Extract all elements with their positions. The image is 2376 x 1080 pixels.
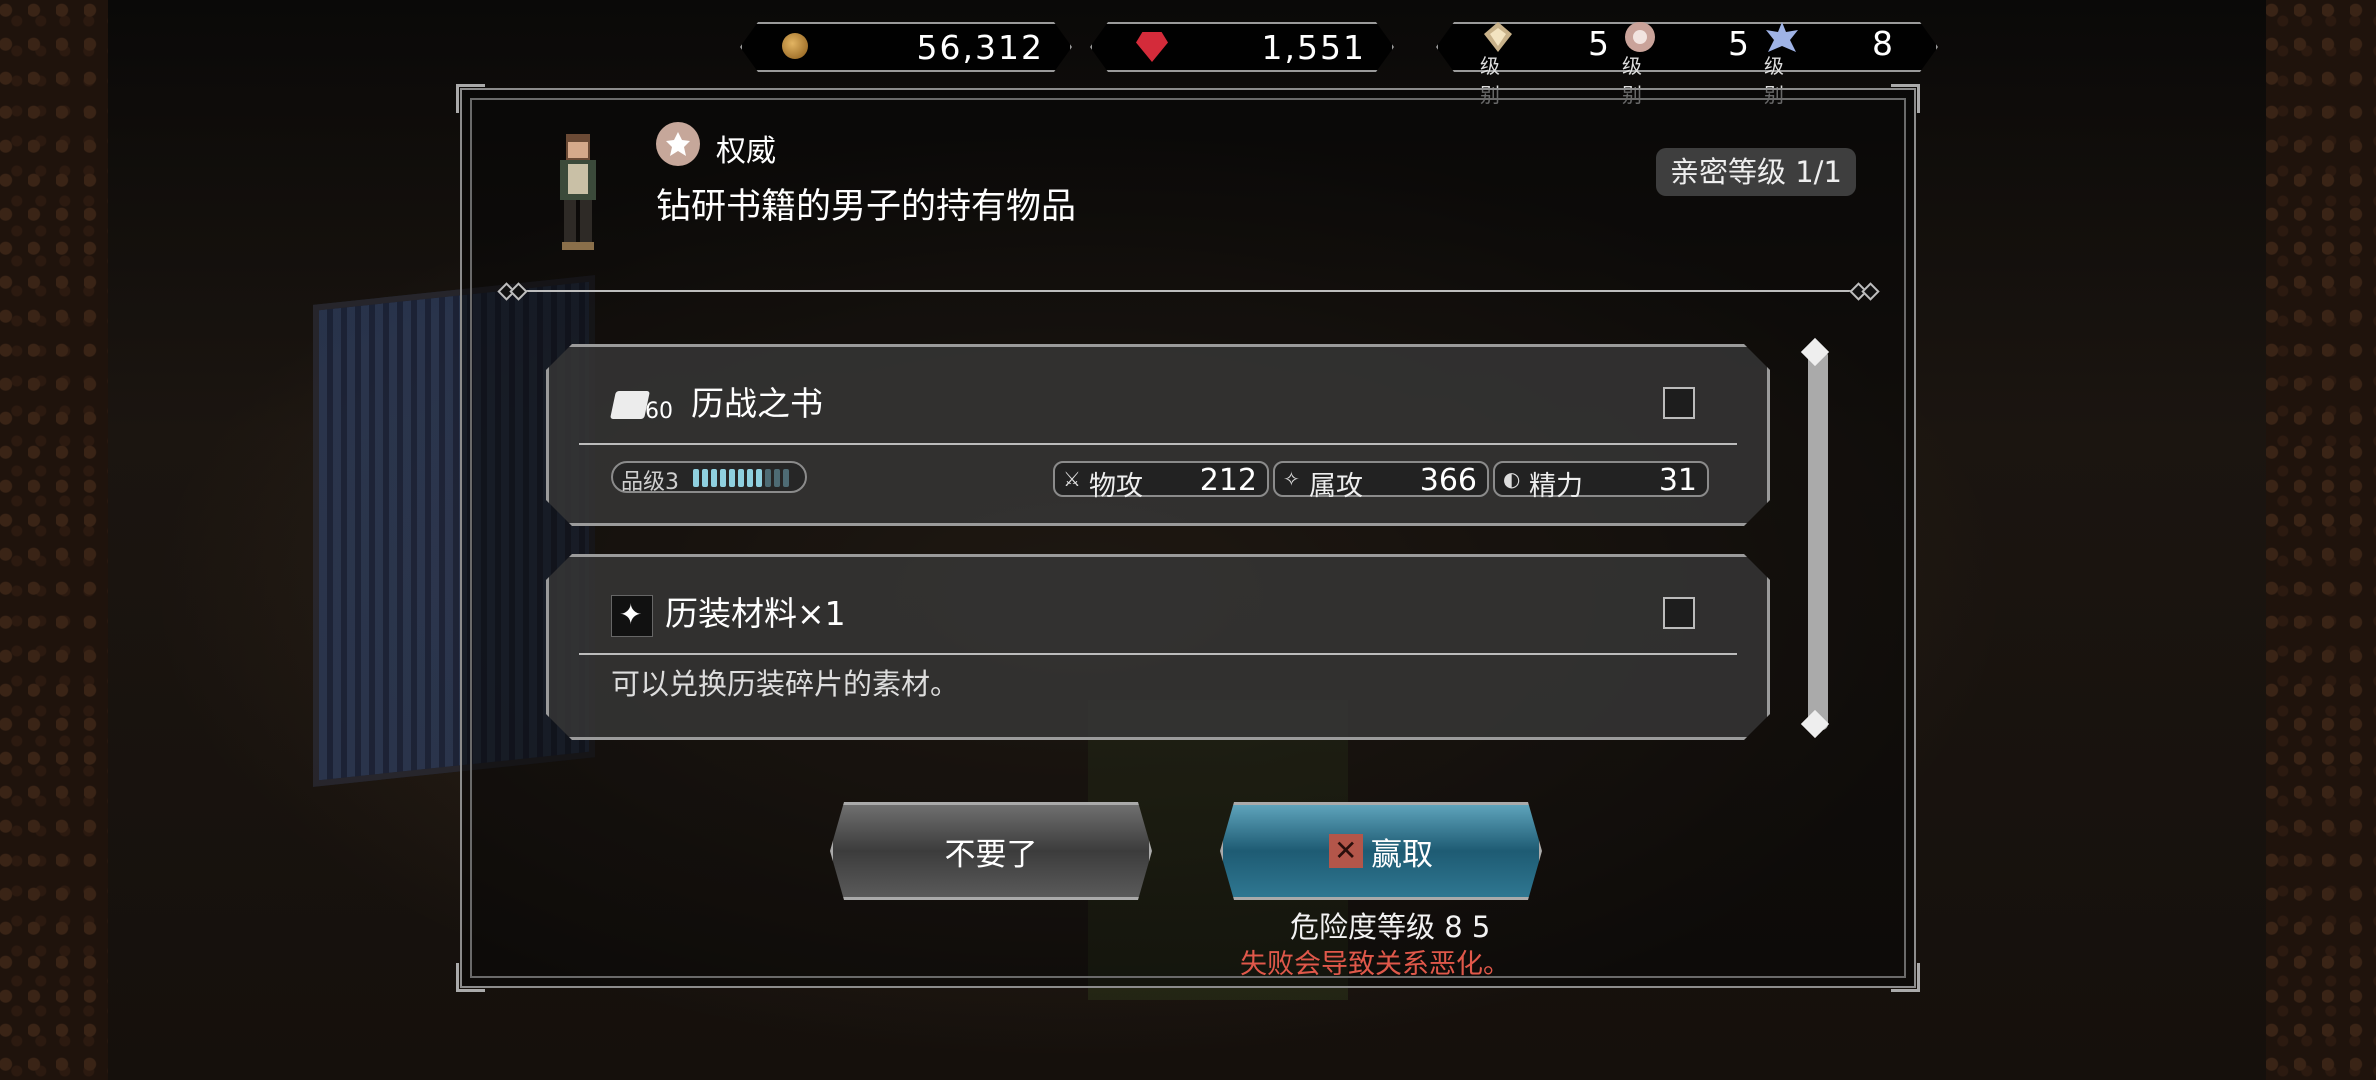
grade-label: 品级3	[621, 470, 679, 495]
stat-label: 属攻	[1309, 471, 1363, 502]
authority-icon	[656, 122, 700, 166]
stat-label: 精力	[1529, 471, 1583, 502]
header-divider	[508, 290, 1868, 292]
item-checkbox[interactable]	[1663, 597, 1695, 629]
dialog-title: 钻研书籍的男子的持有物品	[656, 187, 1077, 227]
panel-corner	[456, 963, 485, 992]
list-scrollbar[interactable]	[1808, 350, 1828, 730]
rank-value: 5	[1588, 24, 1609, 63]
rank-value: 8	[1872, 24, 1893, 63]
book-icon	[610, 391, 650, 419]
item-card-material[interactable]: 历装材料×1 可以兑换历装碎片的素材。	[546, 554, 1770, 740]
physical-attack-icon: ⚔	[1063, 467, 1081, 491]
steal-button[interactable]: 赢取	[1220, 802, 1542, 900]
grade-bars	[693, 469, 789, 487]
grade-bar-segment	[783, 469, 789, 487]
stat-value: 366	[1419, 463, 1477, 498]
item-description: 可以兑换历装碎片的素材。	[611, 667, 960, 701]
rank-value: 5	[1728, 24, 1749, 63]
danger-level: 危险度等级 8 5	[1290, 910, 1491, 944]
gold-value: 56,312	[916, 27, 1044, 67]
grade-bar-segment	[765, 469, 771, 487]
grade-bar-segment	[738, 469, 744, 487]
card-divider	[579, 653, 1737, 655]
grade-meter: 品级3	[611, 461, 807, 493]
gold-coin-icon	[782, 33, 808, 59]
stat-value: 31	[1658, 463, 1697, 498]
card-divider	[579, 443, 1737, 445]
grade-bar-segment	[702, 469, 708, 487]
category-label: 权威	[716, 134, 776, 169]
stat-value: 212	[1199, 463, 1257, 498]
steal-button-label: 赢取	[1371, 836, 1433, 873]
elemental-attack-icon: ✧	[1283, 467, 1300, 491]
item-card-weapon[interactable]: 60 历战之书 品级3 ⚔ 物攻 212 ✧ 属攻 366 ◐ 精力 31	[546, 344, 1770, 526]
red-gem-icon	[1136, 32, 1168, 62]
gem-value: 1,551	[1261, 27, 1366, 67]
grade-bar-segment	[711, 469, 717, 487]
grade-bar-segment	[720, 469, 726, 487]
grade-bar-segment	[693, 469, 699, 487]
grade-bar-segment	[756, 469, 762, 487]
decline-button[interactable]: 不要了	[830, 802, 1152, 900]
steal-icon	[1329, 834, 1363, 868]
grade-bar-segment	[774, 469, 780, 487]
npc-portrait	[560, 134, 596, 250]
panel-corner	[1891, 963, 1920, 992]
decline-button-label: 不要了	[944, 836, 1038, 873]
panel-corner	[1891, 84, 1920, 113]
item-checkbox[interactable]	[1663, 387, 1695, 419]
item-name: 历战之书	[691, 384, 823, 423]
grade-bar-segment	[729, 469, 735, 487]
item-name: 历装材料×1	[665, 594, 846, 633]
affinity-badge: 亲密等级 1/1	[1656, 148, 1856, 196]
authority-rank-icon	[1484, 22, 1512, 52]
stat-physical-attack: ⚔ 物攻 212	[1053, 461, 1269, 497]
right-border-decoration	[2266, 0, 2376, 1080]
sp-icon: ◐	[1503, 467, 1521, 491]
stat-label: 物攻	[1089, 471, 1143, 502]
left-border-decoration	[0, 0, 108, 1080]
stat-sp: ◐ 精力 31	[1493, 461, 1709, 497]
item-level-badge: 60	[645, 399, 673, 424]
power-rank-icon	[1766, 22, 1798, 52]
stat-elemental-attack: ✧ 属攻 366	[1273, 461, 1489, 497]
material-icon	[611, 595, 653, 637]
grade-bar-segment	[747, 469, 753, 487]
failure-warning: 失败会导致关系恶化。	[1240, 949, 1510, 980]
fame-rank-icon	[1625, 22, 1655, 52]
gold-counter: 56,312	[740, 22, 1072, 72]
gem-counter: 1,551	[1090, 22, 1394, 72]
panel-corner	[456, 84, 485, 113]
